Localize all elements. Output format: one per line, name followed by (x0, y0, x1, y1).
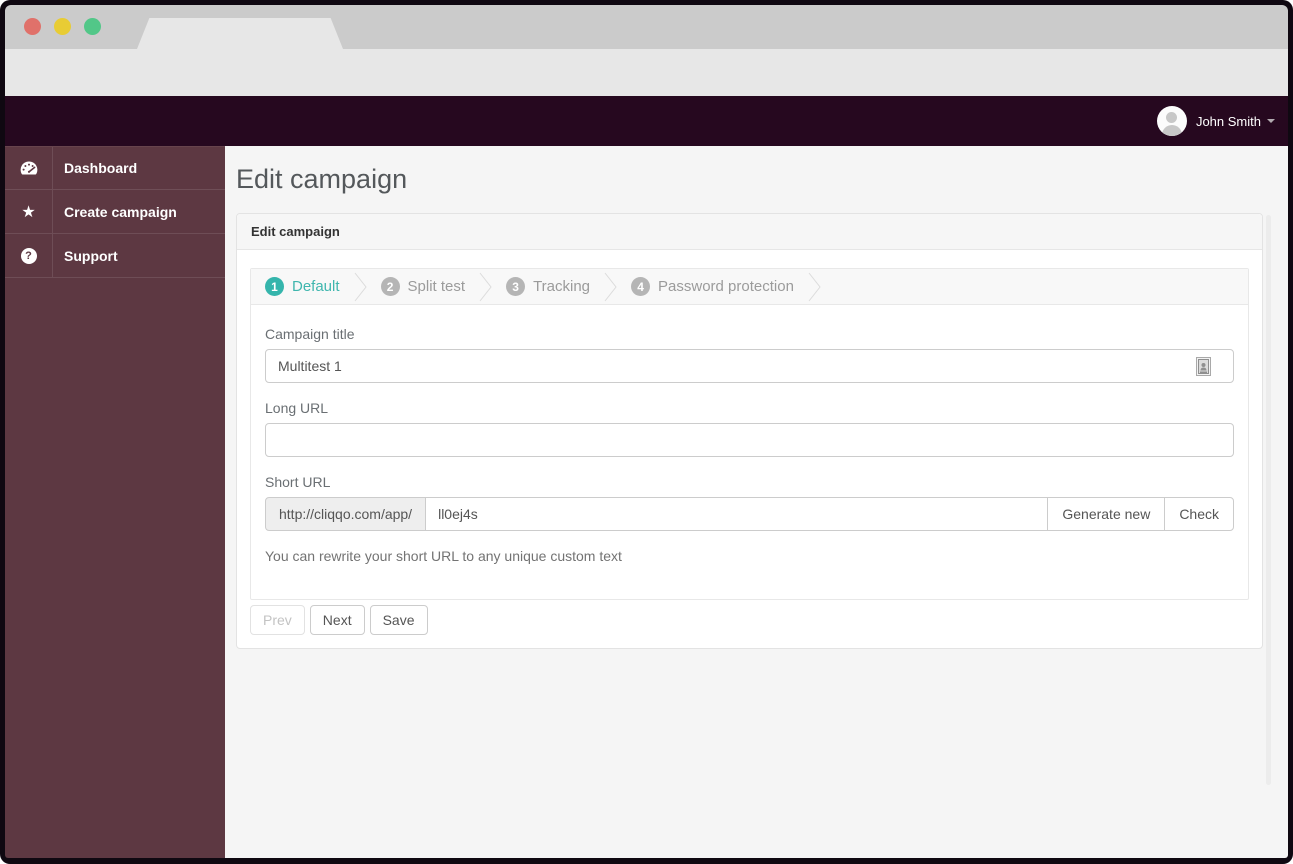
sidebar-item-support[interactable]: ? Support (5, 234, 225, 278)
user-menu[interactable]: John Smith (1156, 106, 1275, 136)
sidebar-item-label: Support (64, 247, 118, 264)
sidebar-item-create-campaign[interactable]: ★ Create campaign (5, 190, 225, 234)
wizard-actions: Prev Next Save (250, 605, 1249, 635)
page-title: Edit campaign (236, 164, 408, 194)
step-number-badge: 2 (380, 277, 400, 296)
prev-button[interactable]: Prev (250, 605, 305, 635)
short-url-help-text: You can rewrite your short URL to any un… (265, 548, 622, 564)
minimize-window-button[interactable] (54, 18, 71, 35)
close-window-button[interactable] (24, 18, 41, 35)
short-url-input[interactable] (426, 497, 1049, 531)
dashboard-icon (5, 147, 53, 189)
step-label: Password protection (658, 278, 794, 295)
generate-new-button[interactable]: Generate new (1047, 497, 1166, 531)
next-button[interactable]: Next (309, 605, 365, 635)
campaign-title-input[interactable] (265, 349, 1234, 383)
long-url-label: Long URL (265, 400, 329, 416)
star-icon: ★ (5, 190, 53, 233)
main-content: Edit campaign Edit campaign 1 Default 2 … (225, 146, 1288, 858)
save-button[interactable]: Save (369, 605, 428, 635)
scrollbar[interactable] (1266, 215, 1271, 785)
step-number-badge: 3 (506, 277, 526, 296)
step-label: Split test (407, 278, 466, 295)
sidebar-item-dashboard[interactable]: Dashboard (5, 146, 225, 190)
short-url-prefix: http://cliqqo.com/app/ (265, 497, 427, 531)
step-separator-chevron-icon (354, 272, 367, 302)
step-label: Default (292, 278, 340, 295)
traffic-lights (24, 18, 101, 35)
step-number-badge: 4 (631, 277, 651, 296)
browser-titlebar (5, 5, 1288, 49)
avatar (1156, 106, 1187, 136)
sidebar-item-label: Create campaign (64, 203, 177, 220)
wizard-step-tracking[interactable]: 3 Tracking (506, 277, 590, 296)
short-url-label: Short URL (265, 474, 331, 490)
sidebar-item-label: Dashboard (64, 160, 138, 176)
wizard-step-split-test[interactable]: 2 Split test (380, 277, 466, 296)
step-number-badge: 1 (265, 277, 284, 296)
wizard-step-content: Campaign title Multitest 1 Long URL Shor… (251, 305, 1248, 599)
autofill-icon[interactable] (1196, 357, 1211, 381)
sidebar: Dashboard ★ Create campaign ? Support (5, 146, 225, 858)
step-label: Tracking (533, 278, 591, 295)
step-separator-chevron-icon (604, 272, 617, 302)
wizard-step-password-protection[interactable]: 4 Password protection (631, 277, 794, 296)
wizard-steps: 1 Default 2 Split test 3 Tracking 4 Pass… (251, 269, 1248, 305)
step-separator-chevron-icon (808, 272, 821, 302)
long-url-input[interactable] (265, 423, 1234, 457)
panel-heading: Edit campaign (237, 214, 1262, 250)
maximize-window-button[interactable] (84, 18, 101, 35)
app-header: John Smith (5, 96, 1288, 146)
question-circle-icon: ? (5, 234, 53, 277)
browser-window: John Smith Dashboard ★ Create campaign ?… (0, 0, 1293, 864)
edit-campaign-panel: Edit campaign 1 Default 2 Split test 3 T… (236, 213, 1263, 649)
browser-tab[interactable] (137, 18, 343, 49)
wizard-step-default[interactable]: 1 Default (265, 277, 340, 296)
chevron-down-icon (1267, 119, 1275, 123)
campaign-wizard: 1 Default 2 Split test 3 Tracking 4 Pass… (250, 268, 1249, 600)
check-button[interactable]: Check (1164, 497, 1234, 531)
step-separator-chevron-icon (479, 272, 492, 302)
campaign-title-label: Campaign title (265, 326, 355, 342)
browser-addressbar[interactable] (5, 49, 1288, 96)
user-name: John Smith (1195, 113, 1261, 129)
